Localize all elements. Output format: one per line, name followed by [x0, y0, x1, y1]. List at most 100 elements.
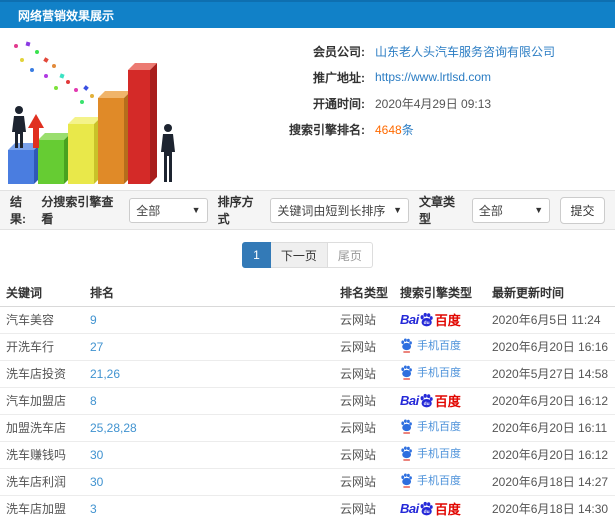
cell-rank[interactable]: 25,28,28	[90, 414, 340, 442]
table-row: 汽车美容 9 云网站 Bai du 百度 2020年6月5日 11:24	[0, 306, 615, 334]
header-rank-type: 排名类型	[340, 280, 400, 307]
cell-rank-type: 云网站	[340, 414, 400, 442]
header-engine-type: 搜索引擎类型	[400, 280, 492, 307]
submit-button[interactable]: 提交	[560, 196, 605, 224]
cell-updated: 2020年6月5日 11:24	[492, 306, 615, 334]
info-row-url: 推广地址: https://www.lrtlsd.com	[180, 64, 615, 90]
cell-rank[interactable]: 21,26	[90, 360, 340, 388]
sort-select[interactable]: 关键词由短到长排序 ▼	[270, 197, 410, 223]
result-label: 结果:	[10, 195, 26, 226]
info-row-company: 会员公司: 山东老人头汽车服务咨询有限公司	[180, 38, 615, 64]
businessman-left-icon	[12, 106, 26, 148]
cell-updated: 2020年6月18日 14:30	[492, 495, 615, 520]
engine-filter-value: 全部	[136, 203, 161, 218]
header-bar: 网络营销效果展示	[0, 0, 615, 28]
cell-updated: 2020年6月20日 16:12	[492, 441, 615, 469]
article-type-value: 全部	[478, 203, 503, 218]
cell-engine: Bai du 百度	[400, 387, 492, 415]
baidu-logo: Bai du 百度	[400, 393, 461, 409]
svg-text:du: du	[423, 509, 429, 515]
engine-filter-select[interactable]: 全部 ▼	[129, 197, 208, 223]
sort-label: 排序方式	[217, 195, 254, 226]
businessman-right-icon	[161, 124, 175, 182]
engine-filter-label: 分搜索引擎查看	[41, 195, 114, 226]
cell-updated: 2020年6月20日 16:16	[492, 333, 615, 361]
mobile-baidu-logo: 手机百度	[400, 418, 461, 435]
last-page-button[interactable]: 尾页	[327, 242, 373, 268]
cell-rank[interactable]: 30	[90, 468, 340, 496]
header-keyword: 关键词	[0, 280, 90, 307]
growth-chart-illustration	[0, 28, 180, 188]
next-page-button[interactable]: 下一页	[270, 242, 328, 268]
cell-engine: Bai du 百度	[400, 306, 492, 334]
page: 网络营销效果展示 会员公司: 山东老人头汽车服务咨询有限公司 推广地址: htt…	[0, 0, 615, 520]
promo-url-link[interactable]: https://www.lrtlsd.com	[375, 70, 491, 84]
cell-keyword: 加盟洗车店	[0, 414, 90, 442]
cell-rank-type: 云网站	[340, 441, 400, 469]
filter-bar: 结果: 分搜索引擎查看 全部 ▼ 排序方式 关键词由短到长排序 ▼ 文章类型 全…	[0, 190, 615, 230]
cell-rank-type: 云网站	[340, 468, 400, 496]
page-number-current[interactable]: 1	[242, 242, 271, 268]
baidu-paw-icon	[401, 445, 412, 461]
cell-keyword: 开洗车行	[0, 333, 90, 361]
baidu-paw-icon	[401, 418, 412, 434]
sort-value: 关键词由短到长排序	[277, 203, 386, 218]
pagination: 1 下一页 尾页	[242, 242, 373, 268]
article-type-select[interactable]: 全部 ▼	[471, 197, 551, 223]
info-row-rank-count: 搜索引擎排名: 4648条	[180, 116, 615, 142]
table-row: 洗车赚钱吗 30 云网站 手机百度 2020年6月20日 16:12	[0, 441, 615, 469]
cell-rank-type: 云网站	[340, 360, 400, 388]
cell-engine: 手机百度	[400, 414, 492, 442]
table-row: 汽车加盟店 8 云网站 Bai du 百度 2020年6月20日 16:12	[0, 387, 615, 415]
svg-text:du: du	[423, 320, 429, 326]
baidu-paw-icon: du	[420, 312, 433, 327]
cell-rank[interactable]: 30	[90, 441, 340, 469]
cell-rank[interactable]: 3	[90, 495, 340, 520]
cell-updated: 2020年6月20日 16:11	[492, 414, 615, 442]
rank-count-value: 4648条	[375, 121, 414, 138]
cell-keyword: 洗车赚钱吗	[0, 441, 90, 469]
company-info-list: 会员公司: 山东老人头汽车服务咨询有限公司 推广地址: https://www.…	[180, 28, 615, 190]
table-row: 开洗车行 27 云网站 手机百度 2020年6月20日 16:16	[0, 333, 615, 361]
mobile-baidu-logo: 手机百度	[400, 445, 461, 462]
cell-keyword: 汽车加盟店	[0, 387, 90, 415]
baidu-paw-icon	[401, 364, 412, 380]
table-row: 洗车店利润 30 云网站 手机百度 2020年6月18日 14:27	[0, 468, 615, 496]
filter-controls: 分搜索引擎查看 全部 ▼ 排序方式 关键词由短到长排序 ▼ 文章类型 全部 ▼ …	[37, 193, 605, 227]
cell-rank[interactable]: 9	[90, 306, 340, 334]
company-label: 会员公司:	[313, 44, 365, 59]
open-time-label: 开通时间:	[313, 96, 365, 111]
promo-url-label: 推广地址:	[313, 70, 365, 85]
info-section: 会员公司: 山东老人头汽车服务咨询有限公司 推广地址: https://www.…	[0, 28, 615, 190]
chevron-down-icon: ▼	[191, 205, 201, 215]
baidu-paw-icon: du	[420, 501, 433, 516]
rank-count-label: 搜索引擎排名:	[289, 122, 365, 137]
pagination-wrap: 1 下一页 尾页	[0, 230, 615, 280]
cell-engine: 手机百度	[400, 441, 492, 469]
cell-engine: 手机百度	[400, 333, 492, 361]
baidu-paw-icon	[401, 337, 412, 353]
info-row-open-time: 开通时间: 2020年4月29日 09:13	[180, 90, 615, 116]
cell-updated: 2020年6月20日 16:12	[492, 387, 615, 415]
cell-engine: Bai du 百度	[400, 495, 492, 520]
cell-updated: 2020年5月27日 14:58	[492, 360, 615, 388]
table-body: 汽车美容 9 云网站 Bai du 百度 2020年6月5日 11:24 开洗车行 27 云网站手…	[0, 306, 615, 520]
header-rank: 排名	[90, 280, 340, 307]
cell-rank-type: 云网站	[340, 306, 400, 334]
rank-count-number: 4648	[375, 122, 402, 137]
baidu-paw-icon: du	[420, 393, 433, 408]
mobile-baidu-logo: 手机百度	[400, 337, 461, 354]
rank-count-unit: 条	[401, 122, 414, 137]
cell-rank[interactable]: 27	[90, 333, 340, 361]
chevron-down-icon: ▼	[534, 205, 544, 215]
svg-text:du: du	[423, 401, 429, 407]
open-time-value: 2020年4月29日 09:13	[375, 96, 492, 111]
cell-engine: 手机百度	[400, 360, 492, 388]
cell-rank[interactable]: 8	[90, 387, 340, 415]
baidu-logo: Bai du 百度	[400, 501, 461, 517]
company-name-link[interactable]: 山东老人头汽车服务咨询有限公司	[375, 43, 555, 60]
header-updated: 最新更新时间	[492, 280, 615, 307]
table-row: 洗车店投资 21,26 云网站 手机百度 2020年5月27日 14:58	[0, 360, 615, 388]
cell-rank-type: 云网站	[340, 495, 400, 520]
article-type-label: 文章类型	[419, 195, 456, 226]
